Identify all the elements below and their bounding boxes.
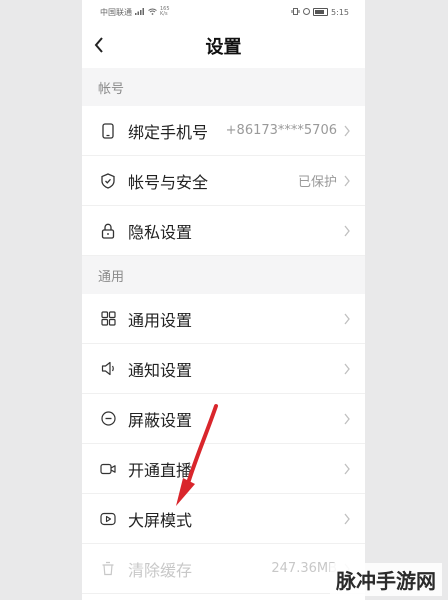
speaker-icon bbox=[100, 361, 116, 377]
chevron-right-icon bbox=[344, 363, 350, 374]
back-button[interactable] bbox=[94, 36, 104, 56]
row-label: 绑定手机号 bbox=[128, 122, 209, 142]
wifi-icon bbox=[148, 8, 157, 17]
section-header-account: 帐号 bbox=[82, 68, 365, 106]
trash-icon bbox=[100, 561, 116, 577]
settings-row-live[interactable]: 开通直播 bbox=[82, 444, 365, 494]
alarm-icon bbox=[303, 7, 311, 17]
chevron-right-icon bbox=[344, 463, 350, 474]
row-label: 通知设置 bbox=[128, 360, 193, 380]
section-header-general: 通用 bbox=[82, 256, 365, 294]
network-speed: 165 K/s bbox=[160, 6, 170, 17]
row-value: 247.36MB bbox=[271, 561, 337, 576]
play-screen-icon bbox=[100, 511, 116, 527]
lock-icon bbox=[100, 223, 116, 239]
settings-row-block[interactable]: 屏蔽设置 bbox=[82, 394, 365, 444]
settings-row-clear-cache[interactable]: 清除缓存 247.36MB bbox=[82, 544, 365, 594]
page-title: 设置 bbox=[205, 37, 242, 58]
row-value: 已保护 bbox=[297, 175, 337, 190]
settings-row-big-screen[interactable]: 大屏模式 bbox=[82, 494, 365, 544]
row-label: 通用设置 bbox=[128, 310, 193, 330]
row-value: +86173****5706 bbox=[225, 123, 337, 138]
battery-icon bbox=[313, 8, 329, 16]
row-label: 大屏模式 bbox=[128, 510, 193, 530]
video-camera-icon bbox=[100, 461, 116, 477]
settings-row-notifications[interactable]: 通知设置 bbox=[82, 344, 365, 394]
clock: 5:15 bbox=[331, 7, 349, 17]
row-label: 帐号与安全 bbox=[128, 172, 209, 192]
grid-icon bbox=[100, 311, 116, 327]
shield-icon bbox=[100, 172, 116, 189]
chevron-right-icon bbox=[344, 225, 350, 236]
chevron-left-icon bbox=[94, 37, 103, 53]
settings-row-bind-phone[interactable]: 绑定手机号 +86173****5706 bbox=[82, 106, 365, 156]
settings-row-privacy[interactable]: 隐私设置 bbox=[82, 206, 365, 256]
settings-row-general[interactable]: 通用设置 bbox=[82, 294, 365, 344]
signal-icon bbox=[135, 7, 145, 17]
settings-screen: 中国联通 165 K/s 5:15 设置 帐号 绑定手机号 +86173****… bbox=[82, 0, 365, 600]
row-label: 屏蔽设置 bbox=[128, 410, 193, 430]
navigation-bar: 设置 bbox=[82, 24, 365, 68]
chevron-right-icon bbox=[344, 513, 350, 524]
carrier-label: 中国联通 bbox=[100, 7, 132, 17]
row-label: 开通直播 bbox=[128, 460, 193, 480]
row-label: 隐私设置 bbox=[128, 222, 193, 242]
watermark-logo: 脉冲手游网 bbox=[330, 563, 442, 596]
vibrate-icon bbox=[291, 7, 300, 17]
minus-circle-icon bbox=[100, 411, 116, 427]
phone-icon bbox=[100, 122, 116, 139]
chevron-right-icon bbox=[344, 313, 350, 324]
chevron-right-icon bbox=[344, 413, 350, 424]
chevron-right-icon bbox=[344, 125, 350, 136]
chevron-right-icon bbox=[344, 175, 350, 186]
row-label: 清除缓存 bbox=[128, 560, 193, 580]
settings-row-account-security[interactable]: 帐号与安全 已保护 bbox=[82, 156, 365, 206]
status-bar: 中国联通 165 K/s 5:15 bbox=[82, 0, 365, 24]
